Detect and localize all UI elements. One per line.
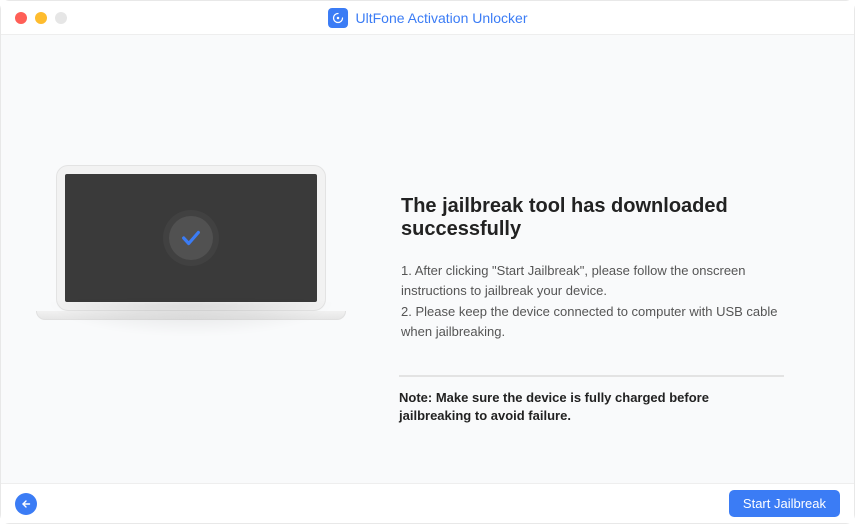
maximize-window-button[interactable] xyxy=(55,12,67,24)
note-text: Note: Make sure the device is fully char… xyxy=(399,389,784,425)
close-window-button[interactable] xyxy=(15,12,27,24)
app-logo-icon xyxy=(328,8,348,28)
instruction-line-1: 1. After clicking "Start Jailbreak", ple… xyxy=(401,261,784,300)
back-button[interactable] xyxy=(15,493,37,515)
window-title: UltFone Activation Unlocker xyxy=(356,10,528,26)
footer: Start Jailbreak xyxy=(1,483,854,523)
window-controls xyxy=(15,12,67,24)
start-jailbreak-button[interactable]: Start Jailbreak xyxy=(729,490,840,517)
text-column: The jailbreak tool has downloaded succes… xyxy=(381,35,854,343)
divider xyxy=(399,375,784,377)
instruction-line-2: 2. Please keep the device connected to c… xyxy=(401,302,784,341)
titlebar: UltFone Activation Unlocker xyxy=(1,1,854,35)
minimize-window-button[interactable] xyxy=(35,12,47,24)
checkmark-icon xyxy=(169,216,213,260)
note-section: Note: Make sure the device is fully char… xyxy=(399,375,784,425)
laptop-illustration xyxy=(56,165,326,320)
window-title-group: UltFone Activation Unlocker xyxy=(328,8,528,28)
illustration-column xyxy=(1,35,381,320)
content-area: The jailbreak tool has downloaded succes… xyxy=(1,35,854,483)
page-title: The jailbreak tool has downloaded succes… xyxy=(401,195,784,241)
arrow-left-icon xyxy=(20,498,32,510)
